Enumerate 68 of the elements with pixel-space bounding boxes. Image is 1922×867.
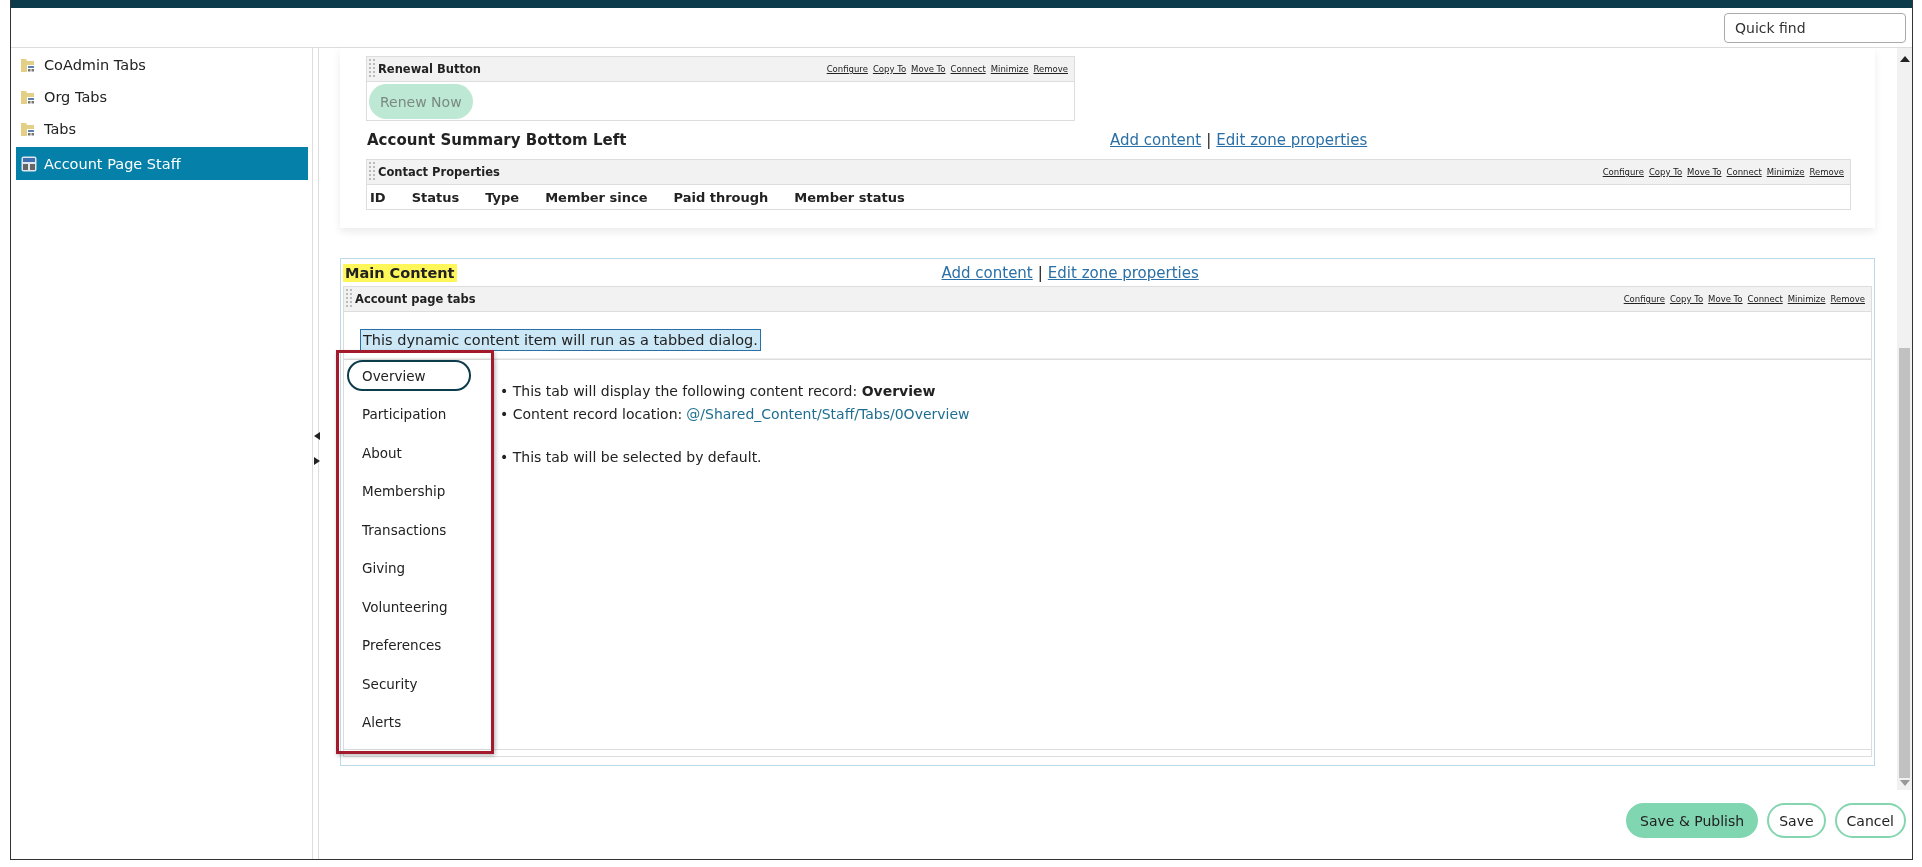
folder-icon xyxy=(21,57,37,73)
part-action-link[interactable]: Configure xyxy=(826,64,868,74)
page-layout-icon xyxy=(21,155,37,172)
part-title: Contact Properties xyxy=(378,165,500,179)
part-action-link[interactable]: Remove xyxy=(1809,167,1844,177)
footer-button[interactable]: Cancel xyxy=(1834,803,1906,838)
tab[interactable]: Giving xyxy=(347,552,471,584)
column-header: Member since xyxy=(545,189,648,205)
tab[interactable]: Preferences xyxy=(347,629,471,661)
folder-icon xyxy=(21,89,37,105)
column-header: Member status xyxy=(794,189,905,205)
sidebar-item[interactable]: CoAdmin Tabs xyxy=(16,49,308,81)
tab-detail-text: • Content record location: xyxy=(500,406,683,422)
part-title: Renewal Button xyxy=(378,62,481,76)
footer-button[interactable]: Save xyxy=(1767,803,1826,838)
part-action-link[interactable]: Remove xyxy=(1033,64,1068,74)
part-action-link[interactable]: Copy To xyxy=(872,64,907,74)
column-header: Paid through xyxy=(673,189,769,205)
info-notice: This dynamic content item will run as a tabbed dialog. xyxy=(360,329,761,351)
sidebar-item[interactable]: Org Tabs xyxy=(16,81,308,113)
part-action-link[interactable]: Connect xyxy=(950,64,986,74)
tab[interactable]: Membership xyxy=(347,475,471,507)
part-action-link[interactable]: Minimize xyxy=(1766,167,1805,177)
part-title: Account page tabs xyxy=(355,292,476,306)
zone-title: Account Summary Bottom Left xyxy=(366,131,628,149)
zone-title: Main Content xyxy=(343,263,457,282)
column-header: Status xyxy=(411,189,460,205)
edit-zone-link[interactable]: Edit zone properties xyxy=(1216,131,1368,149)
part-action-link[interactable]: Minimize xyxy=(1787,294,1826,304)
sidebar-item[interactable]: Account Page Staff xyxy=(16,147,308,180)
part-action-link[interactable]: Remove xyxy=(1830,294,1865,304)
drag-handle-icon[interactable] xyxy=(369,58,375,80)
tab-detail-text: • This tab will be selected by default. xyxy=(500,448,763,467)
quick-find-field[interactable]: Quick find xyxy=(1724,12,1906,43)
part-action-link[interactable]: Move To xyxy=(911,64,946,74)
tab[interactable]: Participation xyxy=(347,398,471,430)
link-separator: | xyxy=(1037,263,1043,282)
add-content-link[interactable]: Add content xyxy=(1110,131,1202,149)
scroll-bar[interactable] xyxy=(1897,48,1912,790)
collapse-arrow-icon[interactable] xyxy=(314,432,320,440)
tab[interactable]: Alerts xyxy=(347,706,471,738)
save-publish-button[interactable]: Save & Publish xyxy=(1626,803,1759,838)
folder-icon xyxy=(21,121,37,137)
part-action-link[interactable]: Move To xyxy=(1708,294,1743,304)
tab-detail-text: • This tab will display the following content record: Overview xyxy=(500,382,937,401)
part-action-link[interactable]: Copy To xyxy=(1648,167,1683,177)
part-action-link[interactable]: Connect xyxy=(1726,167,1762,177)
expand-arrow-icon[interactable] xyxy=(314,457,320,465)
part-action-link[interactable]: Minimize xyxy=(990,64,1029,74)
part-action-link[interactable]: Copy To xyxy=(1669,294,1704,304)
drag-handle-icon[interactable] xyxy=(346,288,352,310)
record-location-link[interactable]: @/Shared_Content/Staff/Tabs/0Overview xyxy=(686,406,970,422)
part-action-link[interactable]: Configure xyxy=(1623,294,1665,304)
edit-zone-link[interactable]: Edit zone properties xyxy=(1047,263,1199,282)
tab[interactable]: About xyxy=(347,437,471,468)
part-action-link[interactable]: Configure xyxy=(1602,167,1644,177)
column-header: ID xyxy=(370,189,386,205)
part-action-link[interactable]: Connect xyxy=(1747,294,1783,304)
tab[interactable]: Transactions xyxy=(347,514,471,545)
tab[interactable]: Overview xyxy=(347,360,471,391)
tab[interactable]: Security xyxy=(347,668,471,699)
sidebar-item[interactable]: Tabs xyxy=(16,113,308,145)
column-header: Type xyxy=(485,189,520,205)
tab[interactable]: Volunteering xyxy=(347,591,471,622)
link-separator: | xyxy=(1206,131,1212,149)
drag-handle-icon[interactable] xyxy=(369,161,375,183)
add-content-link[interactable]: Add content xyxy=(941,263,1033,282)
part-action-link[interactable]: Move To xyxy=(1687,167,1722,177)
